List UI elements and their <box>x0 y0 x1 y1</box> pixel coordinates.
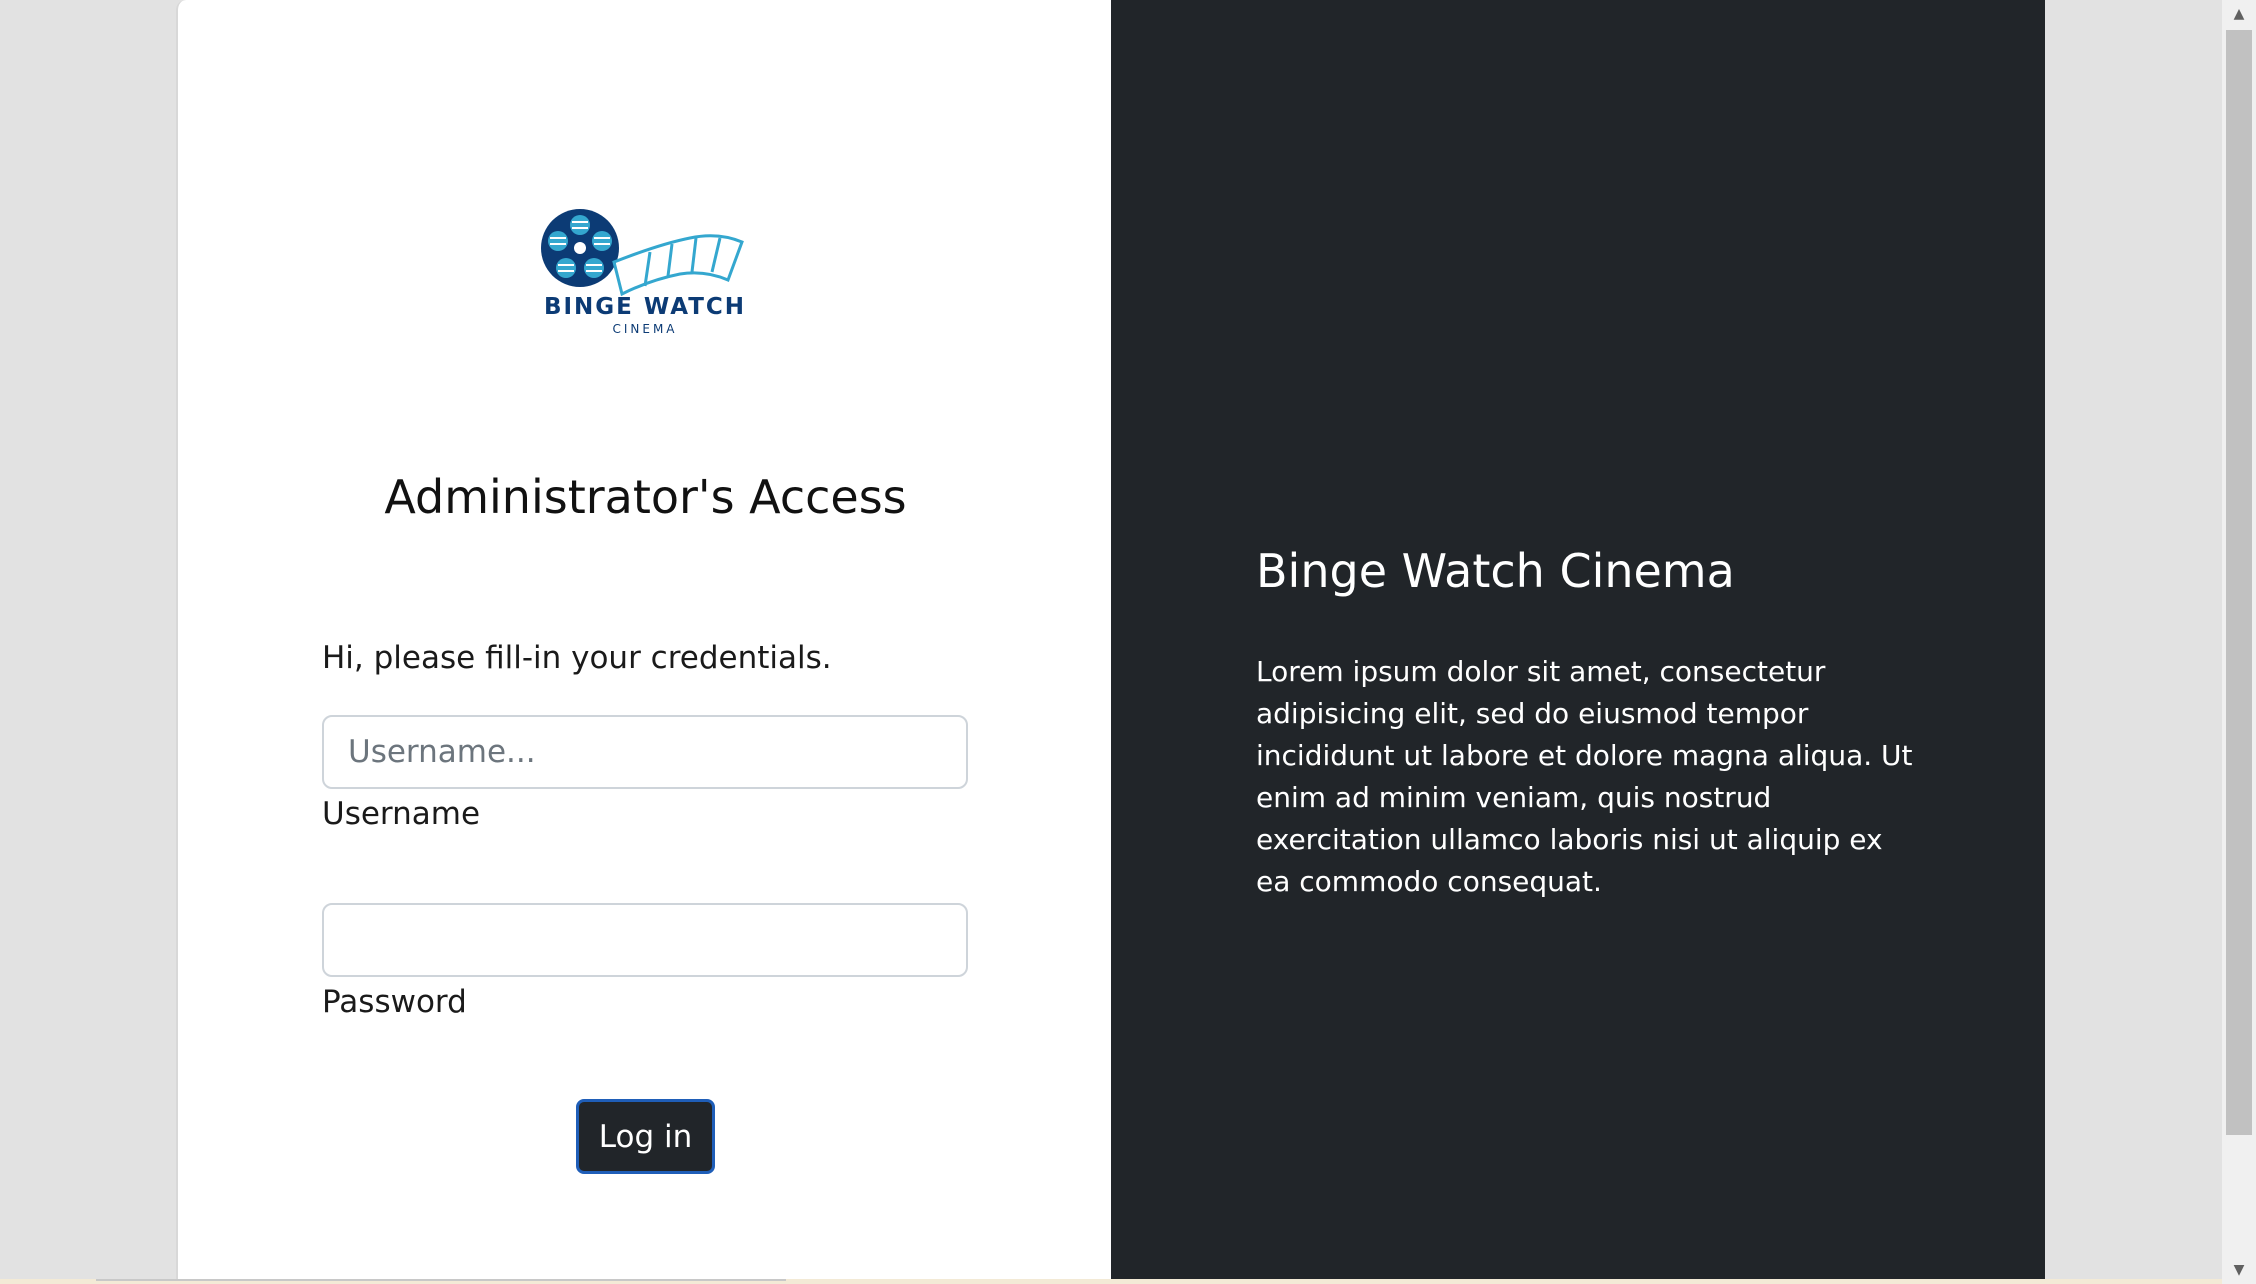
login-button[interactable]: Log in <box>576 1099 715 1174</box>
film-strip-icon <box>612 234 744 297</box>
info-panel: Binge Watch Cinema Lorem ipsum dolor sit… <box>1111 0 2045 1280</box>
binge-watch-logo: BINGE WATCH CINEMA <box>541 209 746 336</box>
scroll-down-icon[interactable]: ▼ <box>2222 1256 2256 1284</box>
logo-subtitle: CINEMA <box>612 322 677 336</box>
password-label: Password <box>322 984 467 1020</box>
info-text: Lorem ipsum dolor sit amet, consectetur … <box>1256 655 1913 898</box>
page: BINGE WATCH CINEMA Administrator's Acces… <box>0 0 2256 1284</box>
scroll-up-icon[interactable]: ▲ <box>2222 0 2256 28</box>
login-card: BINGE WATCH CINEMA Administrator's Acces… <box>176 0 2045 1280</box>
vertical-scrollbar[interactable]: ▲ ▼ <box>2222 0 2256 1284</box>
login-panel: BINGE WATCH CINEMA Administrator's Acces… <box>176 0 1111 1280</box>
scrollbar-thumb[interactable] <box>2226 30 2252 1135</box>
bottom-divider <box>96 1279 786 1281</box>
intro-text: Hi, please fill-in your credentials. <box>322 640 832 676</box>
logo-name: BINGE WATCH <box>544 294 746 320</box>
film-reel-icon <box>541 209 619 287</box>
info-title: Binge Watch Cinema <box>1256 544 1735 598</box>
username-input[interactable] <box>322 715 968 789</box>
username-label: Username <box>322 796 481 832</box>
password-input[interactable] <box>322 903 968 977</box>
page-title: Administrator's Access <box>384 470 907 524</box>
